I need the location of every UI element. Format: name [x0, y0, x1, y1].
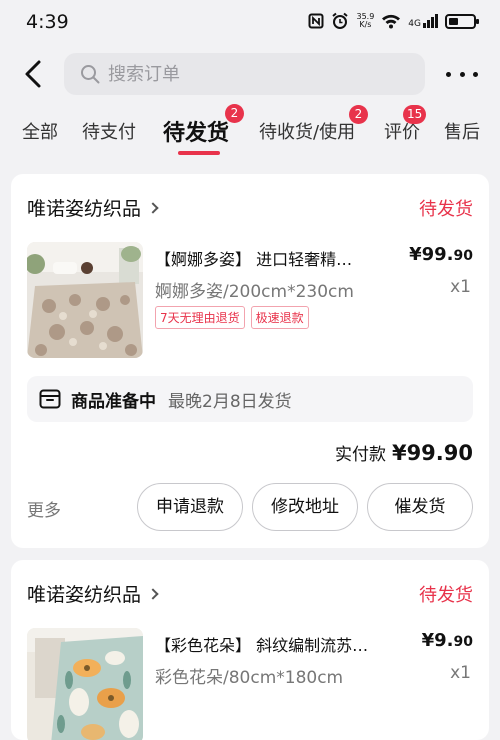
tab-badge-pending-receipt: 2 — [349, 105, 368, 124]
network-type: 4G — [408, 19, 421, 29]
shop-link[interactable]: 唯诺姿纺织品 — [27, 194, 159, 221]
product-spec: 婀娜多姿/200cm*230cm — [155, 282, 354, 302]
paid-label: 实付款 — [334, 445, 386, 465]
product-image[interactable] — [27, 628, 143, 740]
network-speed: 35.9 K/s — [356, 13, 374, 29]
battery-icon — [445, 13, 479, 29]
shipping-info[interactable]: 商品准备中 最晚2月8日发货 — [27, 376, 473, 422]
shipping-deadline: 最晚2月8日发货 — [168, 391, 292, 412]
order-card: 唯诺姿纺织品 待发货 【婀娜多姿】 进口轻奢精… ¥99.90 婀娜多姿/200… — [11, 174, 489, 548]
product-image[interactable] — [27, 242, 143, 358]
tab-pending-shipment[interactable]: 待发货 — [163, 115, 229, 147]
product-title[interactable]: 【婀娜多姿】 进口轻奢精… — [155, 246, 352, 270]
request-refund-button[interactable]: 申请退款 — [137, 483, 243, 531]
shop-name: 唯诺姿纺织品 — [27, 584, 142, 606]
order-tabs: 全部 待支付 待发货 2 待收货/使用 2 评价 15 售后 — [0, 104, 500, 166]
price-main: ¥99. — [409, 244, 454, 265]
more-icon[interactable] — [446, 62, 478, 86]
search-icon — [81, 65, 100, 84]
back-arrow-icon[interactable] — [18, 58, 50, 90]
order-status: 待发货 — [419, 585, 473, 606]
paid-total: 实付款 ¥99.90 — [335, 440, 473, 465]
tag-fast-refund: 极速退款 — [250, 306, 309, 329]
modify-address-button[interactable]: 修改地址 — [252, 483, 358, 531]
tab-all[interactable]: 全部 — [22, 118, 58, 144]
product-title[interactable]: 【彩色花朵】 斜纹编制流苏… — [155, 632, 368, 656]
package-box-icon — [39, 389, 61, 409]
more-link[interactable]: 更多 — [27, 496, 61, 521]
speed-unit: K/s — [359, 20, 372, 29]
product-quantity: x1 — [450, 277, 471, 297]
wifi-icon — [382, 14, 401, 29]
active-tab-indicator — [178, 151, 220, 155]
tab-pending-receipt[interactable]: 待收货/使用 — [259, 118, 355, 144]
status-bar: 4:39 35.9 K/s 4G — [0, 0, 500, 46]
status-icons: 35.9 K/s 4G — [308, 12, 479, 30]
tab-after-sales[interactable]: 售后 — [444, 118, 480, 144]
product-price: ¥9.90 — [422, 630, 473, 651]
product-price: ¥99.90 — [409, 244, 473, 265]
shop-name: 唯诺姿纺织品 — [27, 198, 142, 220]
alarm-icon — [332, 12, 349, 29]
urge-shipment-button[interactable]: 催发货 — [367, 483, 473, 531]
tag-return: 7天无理由退货 — [155, 306, 245, 329]
service-tags: 7天无理由退货 极速退款 — [155, 306, 309, 329]
order-status: 待发货 — [419, 199, 473, 220]
product-spec: 彩色花朵/80cm*180cm — [155, 668, 344, 688]
shop-link[interactable]: 唯诺姿纺织品 — [27, 580, 159, 607]
product-quantity: x1 — [450, 663, 471, 683]
status-time: 4:39 — [26, 11, 69, 33]
cell-signal: 4G — [408, 14, 438, 29]
tab-badge-review: 15 — [403, 105, 427, 124]
price-cents: 90 — [453, 634, 473, 650]
header — [0, 46, 500, 104]
search-input[interactable] — [108, 63, 368, 85]
price-cents: 90 — [453, 248, 473, 264]
chevron-right-icon — [147, 587, 159, 600]
paid-amount: ¥99.90 — [391, 441, 473, 465]
tab-badge-pending-shipment: 2 — [225, 104, 244, 123]
tab-pending-payment[interactable]: 待支付 — [82, 118, 136, 144]
nfc-icon — [308, 13, 324, 29]
shipping-status: 商品准备中 — [71, 391, 156, 412]
search-box[interactable] — [64, 53, 425, 95]
order-card: 唯诺姿纺织品 待发货 【彩色花朵】 斜纹编制流苏… ¥9.90 彩色花朵/80c… — [11, 560, 489, 740]
chevron-right-icon — [147, 201, 159, 214]
price-main: ¥9. — [421, 630, 454, 651]
